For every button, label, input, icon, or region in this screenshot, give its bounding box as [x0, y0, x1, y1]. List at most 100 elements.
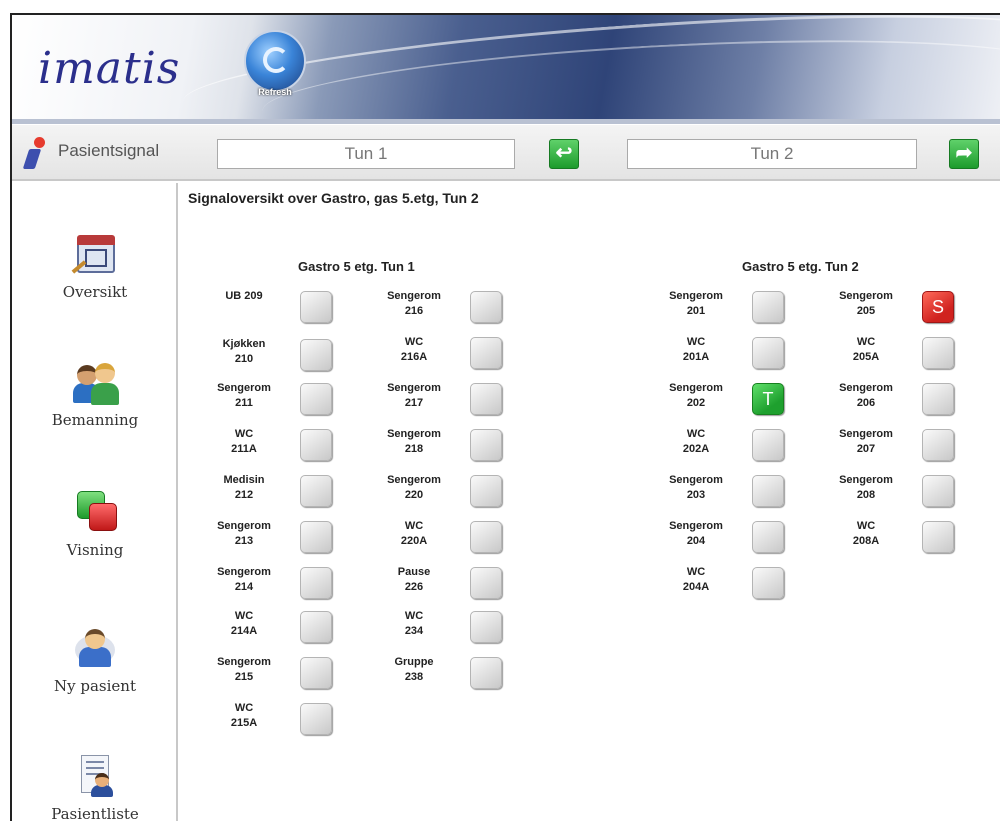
signal-indicator[interactable] [470, 291, 502, 323]
room-number: 210 [234, 353, 254, 365]
room-number: 215A [230, 717, 258, 729]
room-type: WC [404, 520, 424, 532]
refresh-button[interactable] [244, 30, 306, 92]
room-name: WC 211A [200, 427, 288, 457]
room-type: WC [404, 610, 424, 622]
imatis-logo: imatis [38, 43, 181, 94]
signal-indicator[interactable] [300, 611, 332, 643]
room-tile: Sengerom 207 [822, 425, 982, 465]
info-icon[interactable] [20, 137, 50, 169]
signal-indicator[interactable] [922, 383, 954, 415]
sidebar-item-oversikt[interactable]: Oversikt [12, 231, 178, 301]
room-type: Sengerom [387, 474, 441, 486]
signal-indicator[interactable] [922, 337, 954, 369]
room-number: 211 [235, 397, 253, 409]
room-number: 216 [404, 305, 424, 317]
room-type: Sengerom [669, 290, 723, 302]
room-tile: Sengerom 213 [200, 517, 360, 557]
sidebar-item-label: Visning [66, 541, 124, 559]
signal-indicator[interactable] [752, 475, 784, 507]
sidebar-item-visning[interactable]: Visning [12, 489, 178, 559]
signal-indicator[interactable] [470, 383, 502, 415]
room-type: Sengerom [669, 520, 723, 532]
ward-field-right[interactable]: Tun 2 [627, 139, 917, 169]
sidebar-item-label: Ny pasient [54, 677, 136, 695]
ward-title-tun2: Gastro 5 etg. Tun 2 [742, 259, 859, 274]
new-patient-icon [71, 625, 119, 671]
room-number: 213 [234, 535, 254, 547]
sidebar-item-pasientliste[interactable]: Pasientliste [12, 753, 178, 821]
room-type: WC [234, 428, 254, 440]
room-type: Sengerom [839, 290, 893, 302]
room-number: 205 [856, 305, 876, 317]
room-type: WC [856, 520, 876, 532]
room-tile: Sengerom 205 S [822, 287, 982, 327]
room-name: WC 202A [652, 427, 740, 457]
room-tile: Sengerom 204 [652, 517, 812, 557]
room-number: 211A [231, 443, 257, 455]
room-name: WC 201A [652, 335, 740, 365]
signal-indicator[interactable] [752, 567, 784, 599]
signal-indicator[interactable] [752, 291, 784, 323]
signal-indicator[interactable]: S [922, 291, 954, 323]
room-type: WC [234, 702, 254, 714]
arrow-left-icon: ↩ [555, 142, 573, 164]
previous-ward-button[interactable]: ↩ [549, 139, 579, 169]
signal-indicator[interactable] [300, 567, 332, 599]
signal-indicator[interactable] [752, 521, 784, 553]
signal-indicator[interactable] [470, 567, 502, 599]
signal-indicator[interactable] [922, 429, 954, 461]
room-type: WC [686, 336, 706, 348]
ward-field-left[interactable]: Tun 1 [217, 139, 515, 169]
room-name: WC 215A [200, 701, 288, 731]
signal-indicator[interactable] [470, 429, 502, 461]
room-name: Sengerom 213 [200, 519, 288, 549]
signal-indicator[interactable] [470, 475, 502, 507]
room-number: 238 [404, 671, 424, 683]
app-window: imatis Refresh Pasientsignal Tun 1 ↩ Tun… [10, 13, 1000, 821]
signal-indicator[interactable] [300, 429, 332, 461]
room-number: 234 [404, 625, 424, 637]
signal-indicator[interactable]: T [752, 383, 784, 415]
signal-indicator[interactable] [470, 657, 502, 689]
room-name: Sengerom 215 [200, 655, 288, 685]
room-tile: WC 216A [370, 333, 530, 373]
signal-indicator[interactable] [922, 475, 954, 507]
next-ward-button[interactable]: ➦ [949, 139, 979, 169]
room-name: UB 209 [200, 289, 288, 304]
room-name: Sengerom 202 [652, 381, 740, 411]
signal-indicator[interactable] [752, 429, 784, 461]
sidebar: Oversikt Bemanning Visning Ny pasient Pa… [12, 183, 178, 821]
signal-indicator[interactable] [752, 337, 784, 369]
sidebar-item-ny-pasient[interactable]: Ny pasient [12, 625, 178, 695]
signal-indicator[interactable] [300, 291, 332, 323]
signal-indicator[interactable] [470, 611, 502, 643]
room-type: Sengerom [669, 382, 723, 394]
room-type: Sengerom [217, 520, 271, 532]
signal-indicator[interactable] [300, 339, 332, 371]
room-number: 217 [404, 397, 424, 409]
signal-indicator[interactable] [470, 337, 502, 369]
sidebar-item-bemanning[interactable]: Bemanning [12, 359, 178, 429]
signal-indicator[interactable] [470, 521, 502, 553]
toolbar: Pasientsignal Tun 1 ↩ Tun 2 ➦ [12, 125, 1000, 181]
signal-indicator[interactable] [300, 703, 332, 735]
signal-indicator[interactable] [300, 657, 332, 689]
room-tile: WC 215A [200, 699, 360, 739]
room-name: WC 220A [370, 519, 458, 549]
room-number: 207 [856, 443, 876, 455]
room-name: Sengerom 216 [370, 289, 458, 319]
room-type: WC [686, 428, 706, 440]
room-tile: WC 208A [822, 517, 982, 557]
signal-indicator[interactable] [300, 475, 332, 507]
signal-indicator[interactable] [300, 521, 332, 553]
room-number: 201 [686, 305, 706, 317]
signal-indicator[interactable] [922, 521, 954, 553]
room-name: WC 234 [370, 609, 458, 639]
room-type: Sengerom [669, 474, 723, 486]
room-name: Sengerom 220 [370, 473, 458, 503]
refresh-label: Refresh [258, 87, 292, 97]
signal-indicator[interactable] [300, 383, 332, 415]
room-name: Sengerom 218 [370, 427, 458, 457]
room-tile: WC 220A [370, 517, 530, 557]
